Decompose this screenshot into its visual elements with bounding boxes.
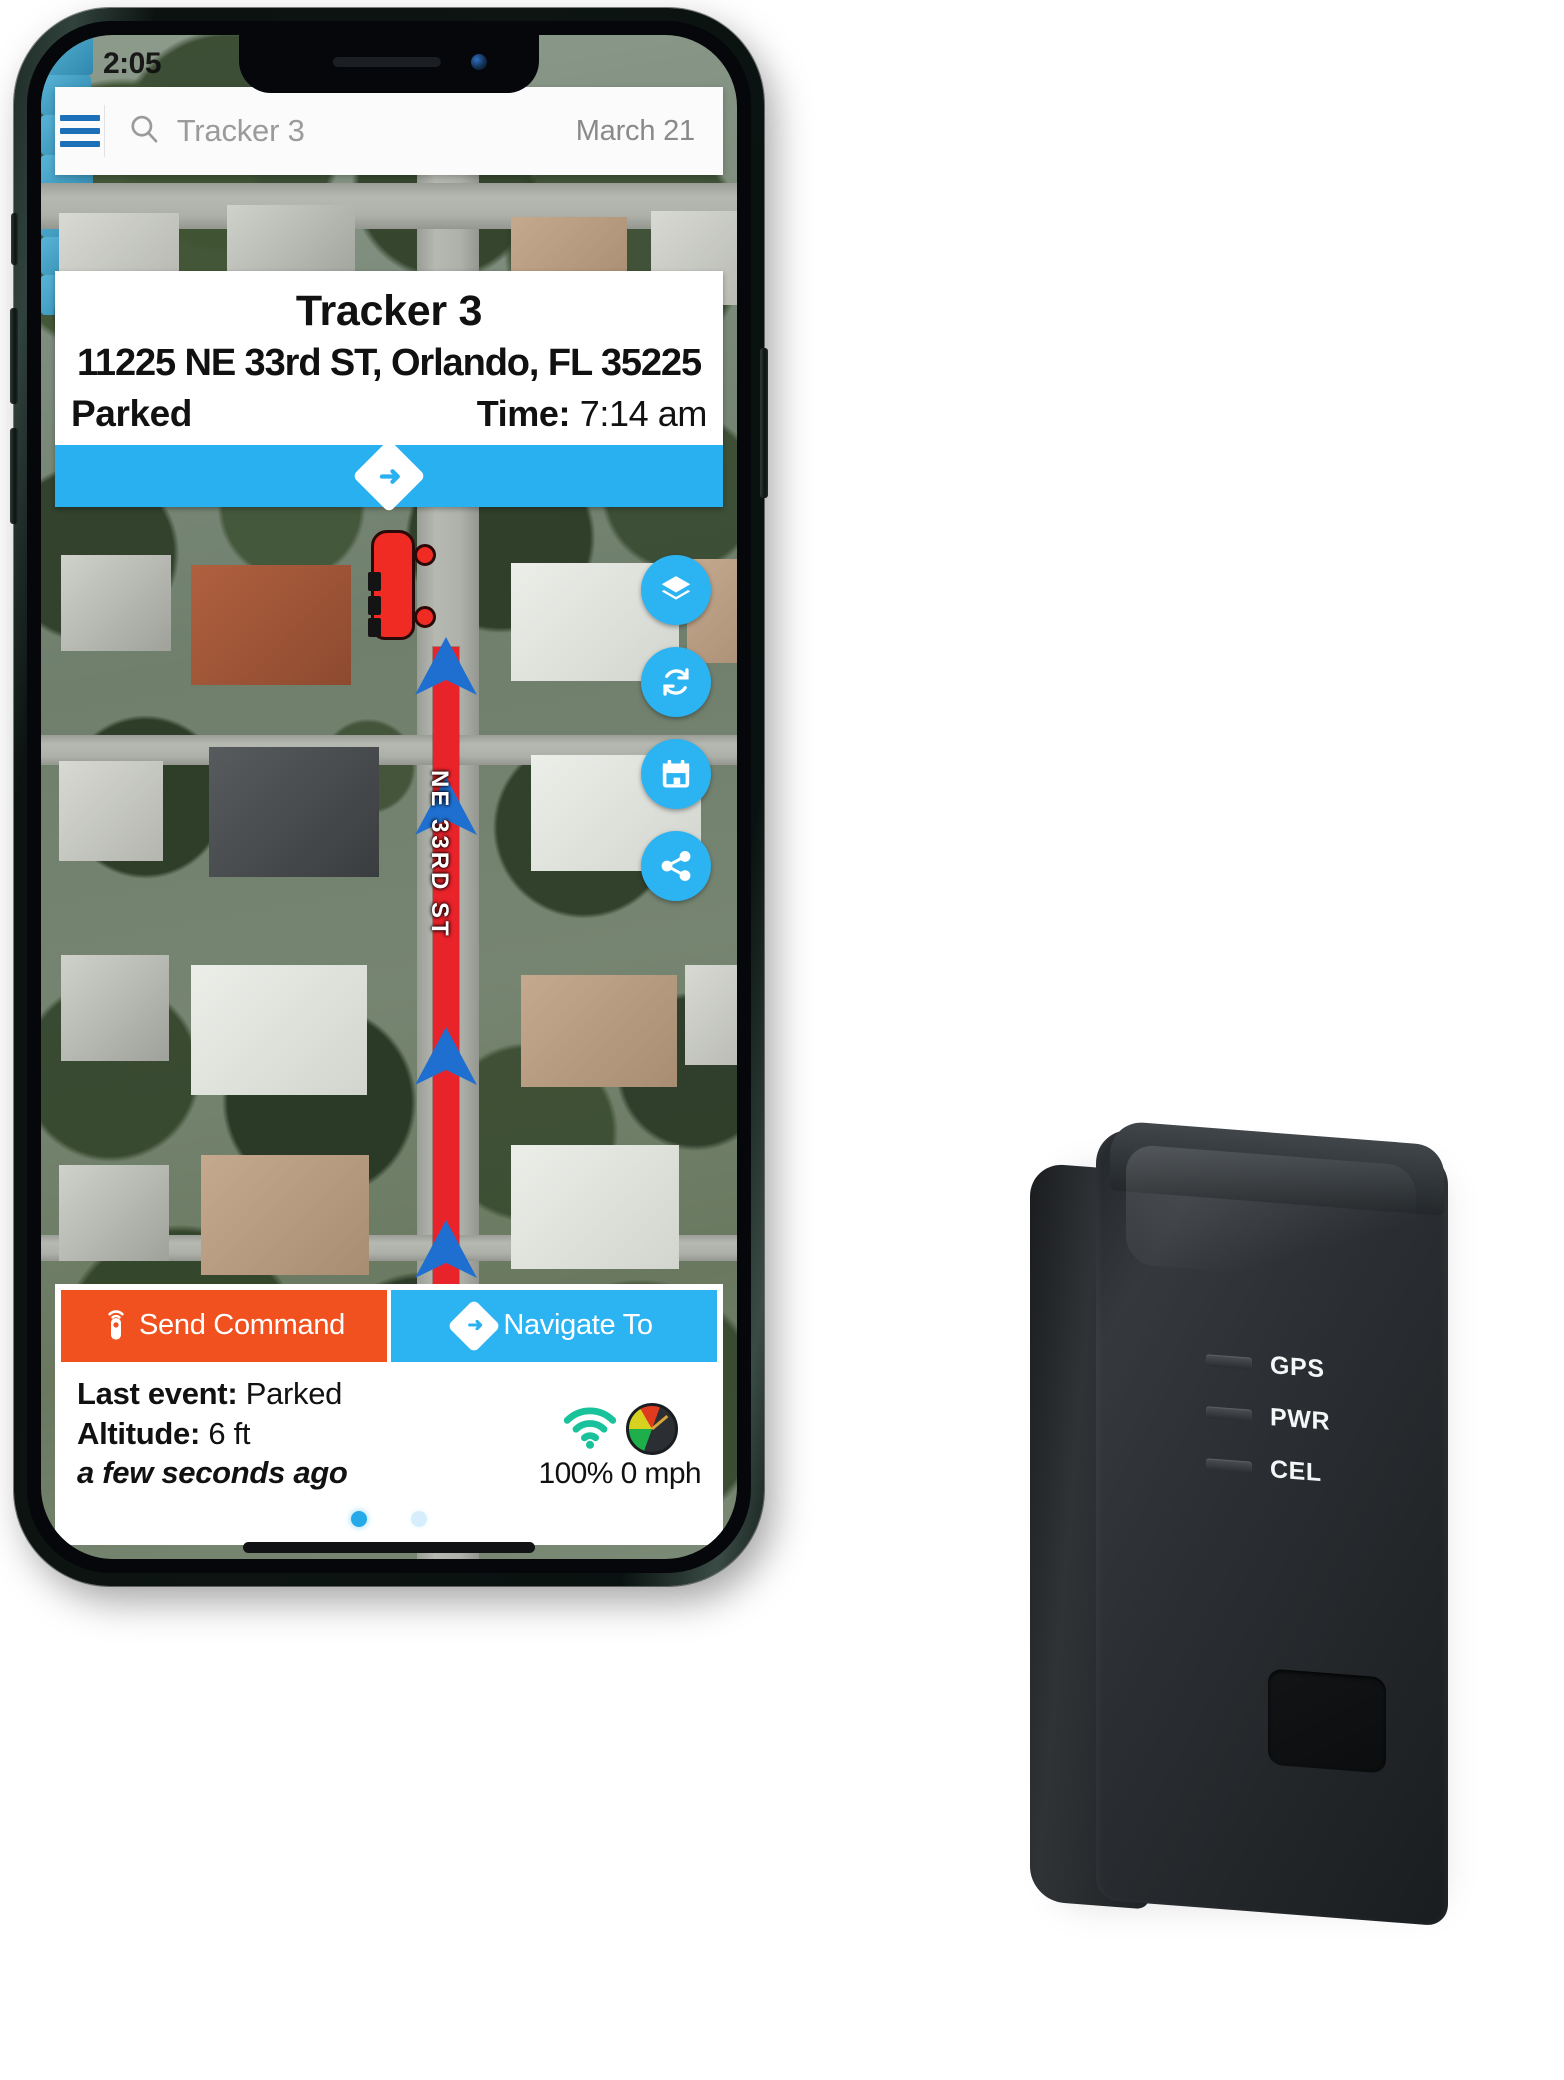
- map-building: [209, 747, 379, 877]
- device-front-face: [1096, 1127, 1448, 1927]
- phone-mute-switch[interactable]: [11, 213, 18, 265]
- info-card-time-label: Time:: [476, 393, 571, 434]
- map-control-stack: [641, 555, 711, 901]
- bottom-info-row: Last event: Parked Altitude: 6 ft a few …: [55, 1362, 723, 1497]
- street-name-label: NE 33RD ST: [426, 770, 453, 939]
- map-building: [61, 955, 169, 1061]
- send-command-button[interactable]: Send Command: [61, 1289, 387, 1362]
- map-refresh-button[interactable]: [641, 647, 711, 717]
- map-building: [685, 965, 737, 1065]
- gps-led-label: GPS: [1270, 1350, 1325, 1383]
- pwr-led-label: PWR: [1270, 1402, 1331, 1436]
- phone-notch: [239, 35, 539, 93]
- bottom-info-left: Last event: Parked Altitude: 6 ft a few …: [77, 1374, 348, 1493]
- altitude-value: 6 ft: [208, 1415, 251, 1451]
- layers-icon: [657, 571, 695, 609]
- bottom-info-right: 100% 0 mph: [538, 1403, 702, 1493]
- map-share-button[interactable]: [641, 831, 711, 901]
- map-building: [191, 965, 367, 1095]
- status-bar-time: 2:05: [103, 47, 162, 80]
- navigate-diamond-arrow-icon: ➜: [352, 439, 426, 513]
- info-card-navigate-bar[interactable]: ➜: [55, 439, 723, 513]
- device-led-row: PWR: [1206, 1386, 1330, 1448]
- info-card-address: 11225 NE 33rd ST, Orlando, FL 35225: [76, 342, 702, 384]
- map-building: [61, 555, 171, 651]
- device-led-row: GPS: [1206, 1334, 1330, 1396]
- map-building: [59, 1165, 169, 1261]
- map-layers-button[interactable]: [641, 555, 711, 625]
- earpiece-speaker: [332, 57, 441, 67]
- gps-tracker-device: GPS PWR CEL: [1030, 1120, 1460, 1933]
- pwr-led-indicator: [1206, 1406, 1252, 1422]
- calendar-icon: [658, 756, 694, 792]
- bottom-action-row: Send Command ➜ Navigate To: [55, 1284, 723, 1362]
- map-pool: [41, 35, 93, 75]
- last-event-row: Last event: Parked: [77, 1374, 348, 1414]
- front-camera-icon: [471, 54, 487, 70]
- refresh-icon: [657, 663, 695, 701]
- share-icon: [658, 848, 694, 884]
- map-building: [201, 1155, 369, 1275]
- tracker-info-card: Tracker 3 11225 NE 33rd ST, Orlando, FL …: [55, 271, 723, 513]
- page-dot-inactive[interactable]: [411, 1511, 427, 1527]
- map-building: [511, 1145, 679, 1269]
- phone-screen: NE 33RD ST ▲ 2:05: [41, 35, 737, 1559]
- red-car-marker-icon[interactable]: [363, 530, 436, 640]
- last-event-label: Last event:: [77, 1375, 238, 1411]
- search-bar-divider: [104, 105, 105, 157]
- info-card-title: Tracker 3: [295, 287, 483, 335]
- navigate-to-button[interactable]: ➜ Navigate To: [391, 1289, 717, 1362]
- relative-time: a few seconds ago: [77, 1455, 348, 1491]
- bottom-status-panel: Send Command ➜ Navigate To Last event: P…: [55, 1283, 723, 1545]
- cel-led-indicator: [1206, 1458, 1252, 1474]
- phone-volume-up-button[interactable]: [10, 308, 18, 404]
- info-card-time: Time: 7:14 am: [476, 393, 708, 435]
- device-port-recess: [1268, 1668, 1386, 1774]
- remote-signal-icon: [103, 1305, 129, 1346]
- gps-led-indicator: [1206, 1354, 1252, 1370]
- phone-device: NE 33RD ST ▲ 2:05: [10, 8, 768, 1586]
- wifi-signal-icon: [562, 1406, 618, 1455]
- page-indicator-dots: [55, 1497, 723, 1545]
- phone-power-button[interactable]: [760, 348, 768, 498]
- date-label[interactable]: March 21: [576, 115, 723, 148]
- top-search-bar: March 21: [55, 87, 723, 175]
- map-building: [59, 761, 163, 861]
- speedometer-icon: [625, 1403, 678, 1455]
- speed-value: 0 mph: [620, 1457, 702, 1490]
- navigate-diamond-arrow-icon: ➜: [447, 1299, 502, 1353]
- info-card-time-value: 7:14 am: [579, 393, 708, 434]
- cel-led-label: CEL: [1270, 1454, 1322, 1487]
- info-card-status: Parked: [71, 393, 193, 434]
- phone-bezel: NE 33RD ST ▲ 2:05: [27, 21, 751, 1573]
- page-dot-active[interactable]: [351, 1511, 367, 1527]
- map-building: [521, 975, 677, 1087]
- send-command-label: Send Command: [139, 1309, 345, 1342]
- device-led-panel: GPS PWR CEL: [1206, 1334, 1330, 1500]
- last-event-value: Parked: [245, 1375, 343, 1411]
- screenshot-root: NE 33RD ST ▲ 2:05: [0, 0, 1564, 2080]
- search-input[interactable]: [176, 113, 576, 149]
- hamburger-menu-icon[interactable]: [55, 87, 104, 175]
- battery-percent: 100%: [538, 1457, 614, 1490]
- status-icon-row: [539, 1403, 701, 1455]
- navigate-to-label: Navigate To: [503, 1309, 653, 1342]
- altitude-label: Altitude:: [77, 1415, 200, 1451]
- phone-volume-down-button[interactable]: [10, 428, 18, 524]
- altitude-row: Altitude: 6 ft: [77, 1414, 348, 1454]
- map-calendar-button[interactable]: [641, 739, 711, 809]
- home-indicator-bar[interactable]: [243, 1542, 535, 1553]
- battery-speed-stats: 100% 0 mph: [538, 1457, 702, 1491]
- search-icon: [127, 112, 161, 151]
- device-led-row: CEL: [1206, 1438, 1330, 1500]
- map-building: [191, 565, 351, 685]
